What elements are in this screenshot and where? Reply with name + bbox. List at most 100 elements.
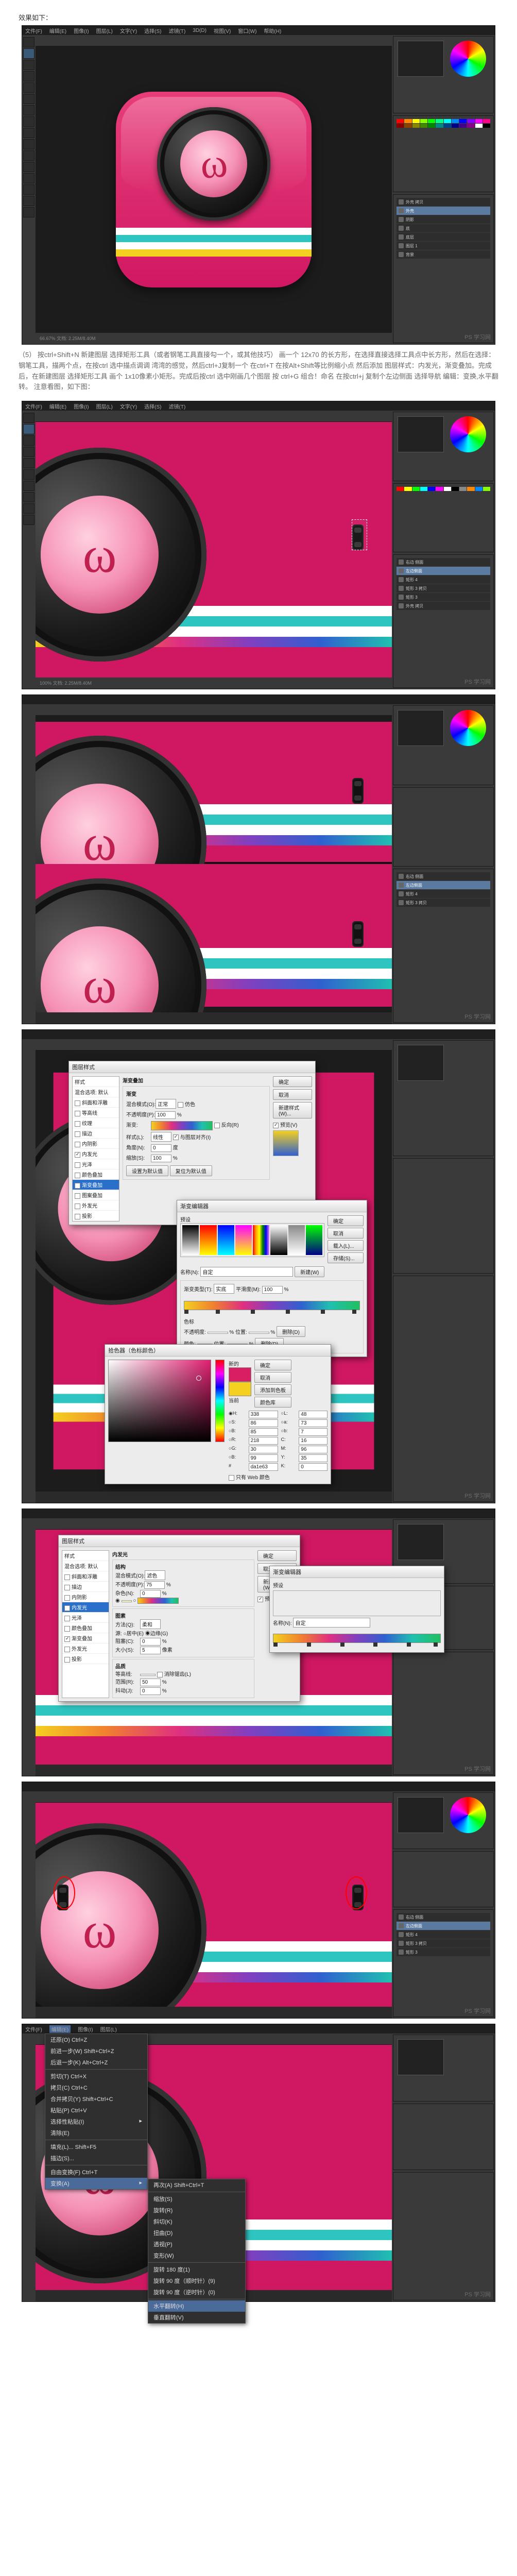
fx-item[interactable]: 内发光 (73, 1149, 119, 1159)
tool[interactable] (23, 447, 35, 457)
menu-item[interactable]: 编辑(E) (49, 402, 66, 410)
menu-item[interactable]: 前进一步(W) Shift+Ctrl+Z (45, 2045, 147, 2057)
save-button[interactable]: 存储(S)... (328, 1252, 364, 1263)
ok-button[interactable]: 确定 (254, 1360, 291, 1370)
fx-item[interactable]: 颜色叠加 (62, 1623, 109, 1633)
layers-panel[interactable]: 右边 侧面 左边侧面 矩形 4 矩形 3 拷贝 矩形 3 外壳 拷贝 (393, 554, 494, 688)
ps-toolbar[interactable] (22, 704, 36, 1024)
menu-item[interactable]: 图层(L) (96, 402, 113, 410)
layer-row[interactable]: 背景 (397, 250, 490, 259)
gradient-presets[interactable] (273, 1590, 441, 1616)
tool[interactable] (23, 424, 35, 434)
menu-item[interactable]: 旋转 90 度（顺时针）(9) (148, 2275, 245, 2286)
fx-item[interactable]: 混合选项: 默认 (62, 1561, 109, 1571)
menu-item[interactable]: 旋转(R) (148, 2205, 245, 2216)
fx-item[interactable]: 纹理 (73, 1118, 119, 1128)
ps-canvas[interactable]: ω (36, 422, 392, 677)
menu-item[interactable]: 粘贴(P) Ctrl+V (45, 2105, 147, 2116)
color-libraries-button[interactable]: 颜色库 (254, 1397, 291, 1408)
ig-color-swatch[interactable] (122, 1600, 132, 1602)
layer-row[interactable]: 矩形 3 (397, 593, 490, 601)
visibility-icon[interactable] (399, 199, 404, 205)
layers-panel[interactable]: 外壳 拷贝 外壳 阴影 底 底层 图层 1 背景 (393, 194, 494, 343)
menu-item[interactable]: 选择(S) (144, 402, 161, 410)
scale-input[interactable]: 100 (151, 1155, 171, 1162)
fx-item[interactable]: 样式 (62, 1551, 109, 1561)
menu-item[interactable]: 滤镜(T) (169, 27, 186, 35)
layer-row[interactable]: 图层 1 (397, 242, 490, 250)
ig-size-input[interactable]: 5 (140, 1647, 161, 1654)
ps-panels[interactable]: 右边 侧面 左边侧面 矩形 4 矩形 3 拷贝 矩形 3 外壳 拷贝 (392, 411, 495, 689)
ps-panels[interactable] (392, 1039, 495, 1503)
c-input[interactable]: 16 (299, 1437, 328, 1445)
menu-item[interactable]: 编辑(E) (49, 27, 66, 35)
menu-item[interactable]: 图层(L) (100, 2025, 117, 2033)
ps-toolbar[interactable] (22, 411, 36, 689)
fx-item[interactable]: 投影 (73, 1211, 119, 1221)
layer-row[interactable]: 右边 侧面 (397, 558, 490, 566)
ps-menubar[interactable] (22, 1782, 495, 1791)
pen-tool[interactable] (23, 150, 35, 161)
ig-blend-select[interactable]: 滤色 (145, 1570, 165, 1580)
hex-input[interactable]: da1e63 (249, 1463, 278, 1471)
visibility-icon[interactable] (399, 243, 404, 248)
shape-tool[interactable] (23, 184, 35, 195)
gradient-name-input[interactable]: 自定 (293, 1618, 370, 1628)
wand-tool[interactable] (23, 71, 35, 81)
fx-item[interactable]: 描边 (62, 1582, 109, 1592)
ig-range-input[interactable]: 50 (140, 1679, 161, 1686)
rgb-b-input[interactable]: 99 (249, 1454, 278, 1462)
menu-item[interactable]: 图像(I) (78, 2025, 93, 2033)
menu-item[interactable]: 图像(I) (74, 27, 89, 35)
menu-item[interactable]: 选择(S) (144, 27, 161, 35)
fx-item[interactable]: 投影 (62, 1654, 109, 1664)
ig-contour[interactable] (140, 1674, 156, 1676)
g-input[interactable]: 30 (249, 1446, 278, 1453)
ps-panels[interactable]: 右边 侧面 左边侧面 矩形 4 矩形 3 拷贝 (392, 704, 495, 1024)
fx-item[interactable]: 渐变叠加 (62, 1633, 109, 1643)
menu-item[interactable]: 填充(L)... Shift+F5 (45, 2141, 147, 2153)
cancel-button[interactable]: 取消 (273, 1089, 312, 1100)
fx-item[interactable]: 图案叠加 (73, 1190, 119, 1200)
layer-row[interactable]: 左边侧面 (397, 567, 490, 575)
tool[interactable] (23, 515, 35, 525)
menu-item[interactable]: 斜切(K) (148, 2216, 245, 2227)
reset-default-button[interactable]: 复位为默认值 (170, 1165, 212, 1176)
ps-panels[interactable]: 外壳 拷贝 外壳 阴影 底 底层 图层 1 背景 (392, 35, 495, 344)
visibility-icon[interactable] (399, 208, 404, 213)
menu-item[interactable]: 窗口(W) (238, 27, 256, 35)
menu-item[interactable]: 文件(F) (25, 2025, 42, 2033)
fx-item[interactable]: 光泽 (73, 1159, 119, 1170)
layer-row[interactable]: 矩形 4 (397, 575, 490, 584)
color-wheel[interactable] (450, 41, 486, 77)
s-input[interactable]: 86 (249, 1419, 278, 1427)
ps-panels[interactable]: 右边 侧面 左边侧面 矩形 4 矩形 3 拷贝 矩形 3 (392, 1791, 495, 2018)
menu-item[interactable]: 视图(V) (214, 27, 231, 35)
y-input[interactable]: 35 (299, 1454, 328, 1462)
swatches-panel[interactable] (393, 115, 494, 193)
ig-method-select[interactable]: 柔和 (140, 1619, 161, 1629)
tool[interactable] (23, 469, 35, 480)
menu-item[interactable]: 后退一步(K) Alt+Ctrl+Z (45, 2057, 147, 2068)
menu-item[interactable]: 图像(I) (74, 402, 89, 410)
opacity-input[interactable]: 100 (155, 1111, 176, 1119)
add-swatch-button[interactable]: 添加到色板 (254, 1384, 291, 1395)
tool[interactable] (23, 413, 35, 423)
menu-item[interactable]: 文字(Y) (120, 402, 137, 410)
fx-list[interactable]: 样式 混合选项: 默认 斜面和浮雕 等高线 纹理 描边 内阴影 内发光 光泽 颜… (72, 1076, 119, 1222)
menu-item[interactable]: 自由变换(F) Ctrl+T (45, 2166, 147, 2178)
gradient-tool[interactable] (23, 139, 35, 149)
tool[interactable] (23, 435, 35, 446)
k-input[interactable]: 0 (299, 1463, 328, 1471)
visibility-icon[interactable] (399, 252, 404, 257)
fx-item[interactable]: 光泽 (62, 1613, 109, 1623)
visibility-icon[interactable] (399, 226, 404, 231)
ps-menubar[interactable] (22, 1509, 495, 1518)
ps-toolbar[interactable] (22, 1039, 36, 1503)
ps-toolbar[interactable] (22, 2033, 36, 2301)
gradient-bar[interactable] (184, 1301, 360, 1310)
new-style-button[interactable]: 新建样式(W)... (273, 1102, 312, 1118)
h-input[interactable]: 338 (249, 1411, 278, 1418)
gradient-editor-dialog[interactable]: 渐变编辑器 预设 确定 取消 载入(L)... 存储(S)... 名称(N): … (177, 1200, 367, 1357)
l-input[interactable]: 48 (299, 1411, 328, 1418)
